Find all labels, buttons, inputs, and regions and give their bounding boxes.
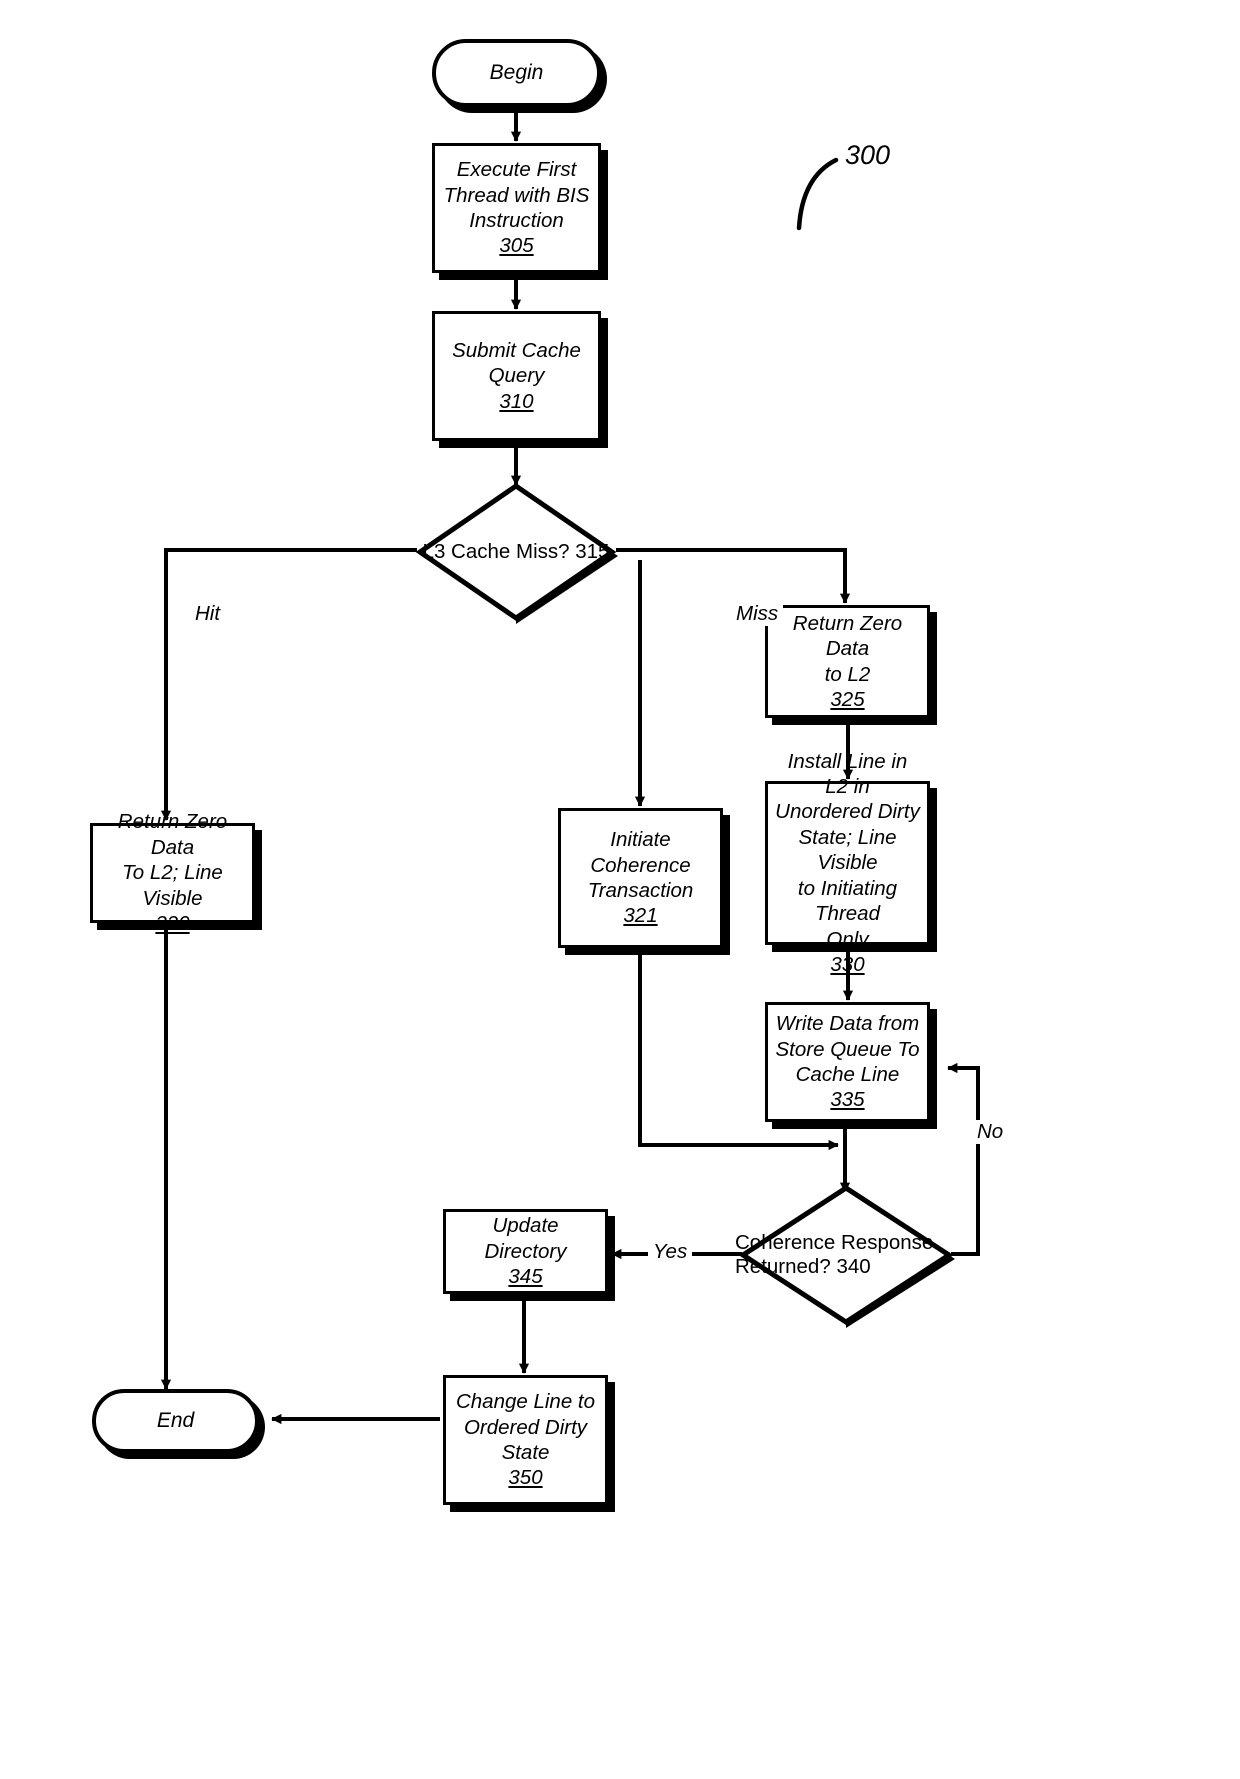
node-315-text: L3 Cache Miss? 315 — [422, 540, 610, 563]
node-350: Change Line to Ordered Dirty State 350 — [443, 1375, 608, 1505]
node-320-text: Return Zero Data To L2; Line Visible 320 — [93, 809, 252, 936]
node-350-number: 350 — [508, 1466, 543, 1490]
node-end-label: End — [156, 1408, 195, 1432]
node-340: Coherence Response Returned? 340 — [735, 1180, 957, 1330]
node-begin: Begin — [432, 39, 601, 107]
node-345: Update Directory 345 — [443, 1209, 608, 1294]
node-321-text: Initiate Coherence Transaction 321 — [561, 827, 720, 929]
node-310: Submit Cache Query 310 — [432, 311, 601, 441]
node-325: Return Zero Data to L2 325 — [765, 605, 930, 718]
node-325-number: 325 — [830, 687, 865, 711]
node-340-text: Coherence Response Returned? 340 — [735, 1231, 934, 1278]
node-321-number: 321 — [623, 904, 658, 928]
node-305-number: 305 — [499, 234, 534, 258]
node-end: End — [92, 1389, 259, 1453]
node-340-number: 340 — [836, 1255, 871, 1278]
node-335: Write Data from Store Queue To Cache Lin… — [765, 1002, 930, 1122]
node-335-text: Write Data from Store Queue To Cache Lin… — [775, 1012, 920, 1112]
edge-315-miss-to-325 — [616, 548, 851, 604]
edge-315-hit-to-320 — [160, 548, 417, 821]
node-320-number: 320 — [155, 912, 190, 936]
node-345-number: 345 — [508, 1265, 543, 1289]
node-begin-label: Begin — [489, 60, 544, 84]
node-310-number: 310 — [499, 389, 534, 413]
edge-label-no: No — [972, 1120, 1009, 1144]
node-321: Initiate Coherence Transaction 321 — [558, 808, 723, 948]
flowchart-canvas: Begin Execute First Thread with BIS Inst… — [0, 0, 1240, 1779]
node-330-text: Install Line in L2 in Unordered Dirty St… — [775, 749, 920, 976]
node-335-number: 335 — [830, 1088, 865, 1112]
figure-leader-line — [796, 157, 839, 231]
node-310-text: Submit Cache Query 310 — [452, 338, 581, 413]
node-320: Return Zero Data To L2; Line Visible 320 — [90, 810, 255, 935]
edge-label-hit: Hit — [190, 602, 226, 626]
figure-reference-number: 300 — [845, 140, 891, 170]
node-350-text: Change Line to Ordered Dirty State 350 — [455, 1390, 596, 1490]
node-315-number: 315 — [575, 540, 610, 563]
node-305-text: Execute First Thread with BIS Instructio… — [443, 158, 590, 258]
node-325-text: Return Zero Data to L2 325 — [768, 611, 927, 713]
node-330: Install Line in L2 in Unordered Dirty St… — [765, 750, 930, 976]
node-345-text: Update Directory 345 — [446, 1213, 605, 1289]
node-315: L3 Cache Miss? 315 — [412, 478, 620, 626]
node-305: Execute First Thread with BIS Instructio… — [432, 143, 601, 273]
node-330-number: 330 — [830, 952, 865, 976]
edge-label-yes: Yes — [648, 1240, 693, 1264]
edge-label-miss: Miss — [731, 602, 784, 626]
